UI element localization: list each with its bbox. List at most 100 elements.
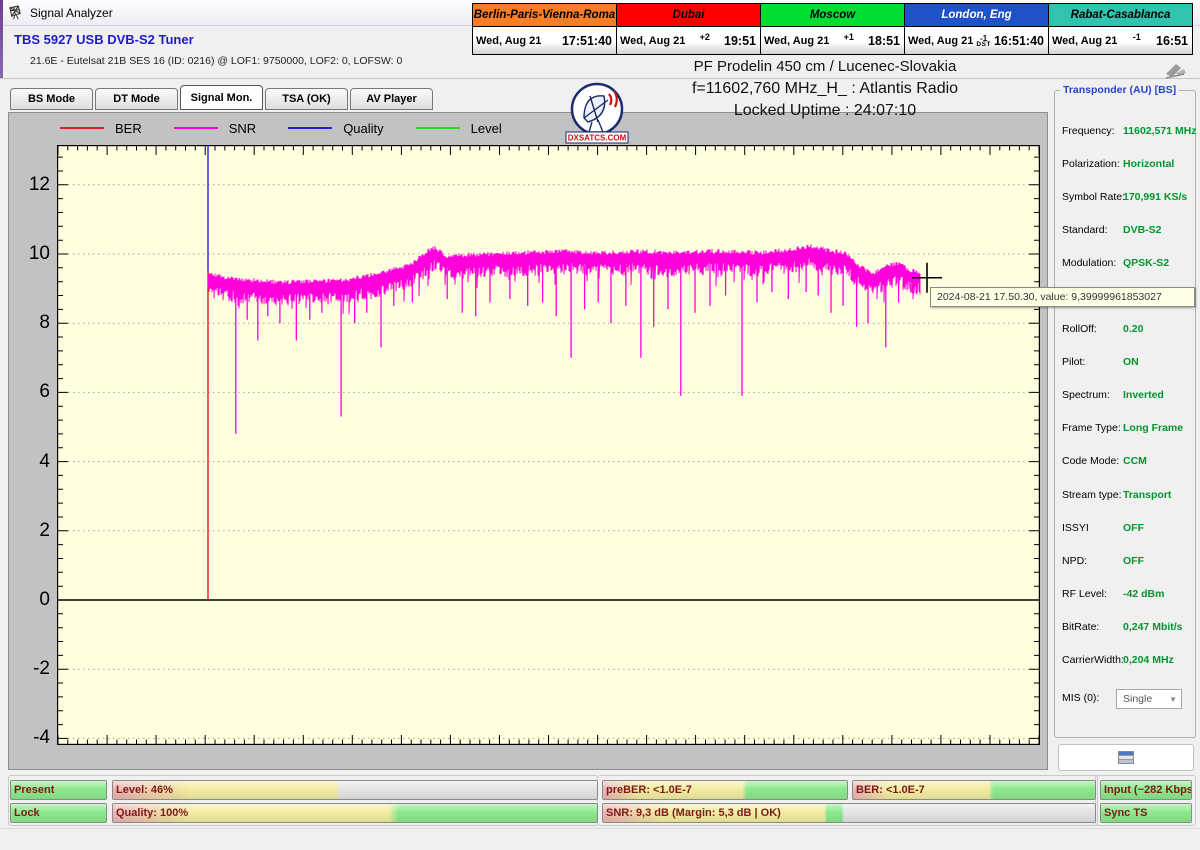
transponder-row: ISSYIOFF xyxy=(1062,511,1194,544)
indicator-bar-label: Input (~282 Kbps) xyxy=(1104,781,1192,799)
tab-av-player[interactable]: AV Player xyxy=(350,88,433,110)
transponder-row: Frequency:11602,571 MHz xyxy=(1062,114,1194,147)
transponder-row: RF Level:-42 dBm xyxy=(1062,577,1194,610)
transponder-row: Stream type:Transport xyxy=(1062,478,1194,511)
indicator-bar-snr: SNR: 9,3 dB (Margin: 5,3 dB | OK) xyxy=(602,803,1096,823)
clock-date: Wed, Aug 21 xyxy=(476,35,541,47)
transponder-row: Symbol Rate:170,991 KS/s xyxy=(1062,180,1194,213)
dxsatcs-logo: DXSATCS.COM xyxy=(562,82,632,144)
y-axis-label: 6 xyxy=(14,381,50,403)
clock-city-label: Rabat-Casablanca xyxy=(1048,3,1193,27)
transponder-row-value: 11602,571 MHz xyxy=(1123,125,1197,137)
clock-city-label: London, Eng xyxy=(904,3,1049,27)
signal-analyzer-window: Signal Analyzer TBS 5927 USB DVB-S2 Tune… xyxy=(0,0,1200,850)
y-axis-label: 0 xyxy=(14,589,50,611)
indicator-bar-label: Level: 46% xyxy=(116,781,173,799)
clock-utc-offset: +2 xyxy=(685,32,724,42)
transponder-row-value: DVB-S2 xyxy=(1123,224,1162,236)
y-axis-label: 2 xyxy=(14,520,50,542)
transponder-row-label: Frequency: xyxy=(1062,125,1121,137)
transponder-row: CarrierWidth:0,204 MHz xyxy=(1062,644,1194,677)
indicator-bar-quality: Quality: 100% xyxy=(112,803,598,823)
y-axis-label: 10 xyxy=(14,243,50,265)
mis-label: MIS (0): xyxy=(1062,692,1099,704)
y-axis-label: -4 xyxy=(14,727,50,749)
y-axis-label: 8 xyxy=(14,312,50,334)
clock-time-row: Wed, Aug 21-1DST16:51:40 xyxy=(904,27,1049,55)
transponder-row-value: Horizontal xyxy=(1123,158,1174,170)
clock-dubai: DubaiWed, Aug 21+219:51 xyxy=(616,3,760,55)
indicator-bar-label: SNR: 9,3 dB (Margin: 5,3 dB | OK) xyxy=(606,804,781,822)
transponder-row-value: 0.20 xyxy=(1123,323,1143,335)
tab-tsa-ok-[interactable]: TSA (OK) xyxy=(265,88,348,110)
clock-london-eng: London, EngWed, Aug 21-1DST16:51:40 xyxy=(904,3,1048,55)
clock-offset-stack: -1DST xyxy=(976,36,991,48)
clock-city-label: Berlin-Paris-Vienna-Roma xyxy=(472,3,617,27)
legend-line-swatch xyxy=(288,127,332,129)
indicator-bar-label: Quality: 100% xyxy=(116,804,188,822)
transponder-row-value: ON xyxy=(1123,356,1139,368)
transponder-row-label: Code Mode: xyxy=(1062,455,1121,467)
clock-date: Wed, Aug 21 xyxy=(908,35,973,47)
mis-select[interactable]: Single ▼ xyxy=(1116,689,1182,709)
chevron-down-icon: ▼ xyxy=(1169,695,1177,704)
legend-line-swatch xyxy=(174,127,218,129)
clock-time-row: Wed, Aug 21+219:51 xyxy=(616,27,761,55)
transponder-row-value: Transport xyxy=(1123,489,1171,501)
clock-rabat-casablanca: Rabat-CasablancaWed, Aug 21-116:51 xyxy=(1048,3,1192,55)
clock-time-row: Wed, Aug 21 17:51:40 xyxy=(472,27,617,55)
tab-dt-mode[interactable]: DT Mode xyxy=(95,88,178,110)
chart-legend: BERSNRQualityLevel xyxy=(60,114,534,142)
transponder-row-value: QPSK-S2 xyxy=(1123,257,1169,269)
transponder-row-value: 0,204 MHz xyxy=(1123,654,1174,666)
clock-time-row: Wed, Aug 21+118:51 xyxy=(760,27,905,55)
tab-bs-mode[interactable]: BS Mode xyxy=(10,88,93,110)
clock-time-value: 16:51 xyxy=(1156,34,1188,48)
antenna-mini-icon xyxy=(1162,60,1188,80)
indicator-bar-syncts: Sync TS xyxy=(1100,803,1192,823)
indicator-bar-label: Lock xyxy=(14,804,40,822)
y-axis-label: 12 xyxy=(14,174,50,196)
indicator-bar-ber: BER: <1.0E-7 xyxy=(852,780,1096,800)
transponder-row: RollOff:0.20 xyxy=(1062,313,1194,346)
indicator-bar-fill xyxy=(113,781,597,799)
transponder-row: Standard:DVB-S2 xyxy=(1062,213,1194,246)
legend-label: Quality xyxy=(343,121,383,136)
transponder-row-label: CarrierWidth: xyxy=(1062,654,1121,666)
transponder-row: Polarization:Horizontal xyxy=(1062,147,1194,180)
transponder-row-label: Symbol Rate: xyxy=(1062,191,1121,203)
clock-moscow: MoscowWed, Aug 21+118:51 xyxy=(760,3,904,55)
transponder-row-label: RollOff: xyxy=(1062,323,1121,335)
clock-time-value: 16:51:40 xyxy=(994,34,1044,48)
clock-date: Wed, Aug 21 xyxy=(764,35,829,47)
indicator-bar-label: preBER: <1.0E-7 xyxy=(606,781,692,799)
transponder-row-label: Pilot: xyxy=(1062,356,1121,368)
statusbar xyxy=(0,828,1200,850)
indicator-bar-label: BER: <1.0E-7 xyxy=(856,781,925,799)
services-button[interactable] xyxy=(1058,744,1194,771)
transponder-row: BitRate:0,247 Mbit/s xyxy=(1062,610,1194,643)
indicator-bar-lock: Lock xyxy=(10,803,107,823)
legend-line-swatch xyxy=(60,127,104,129)
transponder-row-label: Frame Type: xyxy=(1062,422,1121,434)
signal-analyzer-icon xyxy=(8,5,23,20)
y-axis-label: 4 xyxy=(14,451,50,473)
transponder-row: NPD:OFF xyxy=(1062,544,1194,577)
transponder-row-value: OFF xyxy=(1123,555,1144,567)
legend-label: SNR xyxy=(229,121,256,136)
window-title: Signal Analyzer xyxy=(30,6,113,20)
transponder-row-label: NPD: xyxy=(1062,555,1121,567)
transponder-row-label: ISSYI xyxy=(1062,522,1121,534)
indicator-bar-input: Input (~282 Kbps) xyxy=(1100,780,1192,800)
legend-item-quality: Quality xyxy=(288,121,383,136)
snr-chart-plot[interactable] xyxy=(57,145,1040,745)
clock-utc-offset: -1DST xyxy=(973,29,994,44)
clock-time-value: 17:51:40 xyxy=(562,34,612,48)
transponder-row: Frame Type:Long Frame xyxy=(1062,412,1194,445)
transponder-row-label: Polarization: xyxy=(1062,158,1121,170)
logo-text: DXSATCS.COM xyxy=(568,134,627,143)
legend-item-level: Level xyxy=(416,121,502,136)
transponder-row-value: Inverted xyxy=(1123,389,1164,401)
tab-signal-mon-[interactable]: Signal Mon. xyxy=(180,85,263,110)
locked-uptime-line: Locked Uptime : 24:07:10 xyxy=(590,102,1060,120)
